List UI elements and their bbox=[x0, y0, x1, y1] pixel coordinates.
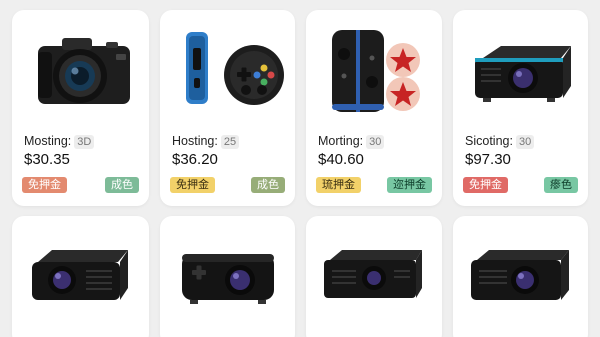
game-controller-icon bbox=[186, 32, 284, 105]
rental-count: 30 bbox=[515, 135, 535, 149]
projector-icon bbox=[471, 250, 569, 300]
product-grid: Mosting: 3D $30.35 免押金 成色 Hosting: 25 $3… bbox=[0, 0, 600, 337]
product-image[interactable] bbox=[306, 10, 442, 128]
product-price: $36.20 bbox=[172, 151, 218, 168]
deposit-free-tag: 免押金 bbox=[170, 177, 215, 193]
product-price: $40.60 bbox=[318, 151, 364, 168]
product-price: $30.35 bbox=[24, 151, 70, 168]
rental-count: 30 bbox=[366, 135, 385, 149]
product-card[interactable] bbox=[453, 216, 588, 337]
projector-icon bbox=[475, 46, 571, 102]
deposit-free-tag: 免押金 bbox=[463, 177, 508, 193]
projector-icon bbox=[324, 250, 422, 298]
product-card[interactable] bbox=[306, 216, 442, 337]
product-card[interactable]: Hosting: 25 $36.20 免押金 成色 bbox=[160, 10, 295, 206]
condition-tag: 迩押金 bbox=[387, 177, 432, 193]
product-card[interactable] bbox=[12, 216, 149, 337]
product-image[interactable] bbox=[453, 10, 588, 128]
product-image[interactable] bbox=[12, 10, 149, 128]
projector-icon bbox=[182, 254, 274, 304]
rental-count: 25 bbox=[220, 135, 240, 149]
projector-icon bbox=[32, 250, 128, 300]
deposit-free-tag: 免押金 bbox=[22, 177, 67, 193]
product-title: Mosting: 3D bbox=[24, 134, 95, 149]
product-title: Morting: 30 bbox=[318, 134, 385, 149]
product-image[interactable] bbox=[306, 216, 442, 336]
product-card[interactable]: Morting: 30 $40.60 琉押金 迩押金 bbox=[306, 10, 442, 206]
product-title: Sicoting: 30 bbox=[465, 134, 535, 149]
deposit-free-tag: 琉押金 bbox=[316, 177, 361, 193]
condition-tag: 成色 bbox=[251, 177, 285, 193]
product-image[interactable] bbox=[453, 216, 588, 336]
product-image[interactable] bbox=[160, 216, 295, 336]
product-image[interactable] bbox=[12, 216, 149, 336]
product-card[interactable] bbox=[160, 216, 295, 337]
product-image[interactable] bbox=[160, 10, 295, 128]
product-title: Hosting: 25 bbox=[172, 134, 240, 149]
camera-icon bbox=[38, 38, 130, 104]
product-price: $97.30 bbox=[465, 151, 511, 168]
product-card[interactable]: Mosting: 3D $30.35 免押金 成色 bbox=[12, 10, 149, 206]
product-card[interactable]: Sicoting: 30 $97.30 免押金 瘆色 bbox=[453, 10, 588, 206]
joycon-controller-icon bbox=[332, 30, 420, 112]
rental-count: 3D bbox=[74, 135, 95, 149]
condition-tag: 成色 bbox=[105, 177, 139, 193]
condition-tag: 瘆色 bbox=[544, 177, 578, 193]
